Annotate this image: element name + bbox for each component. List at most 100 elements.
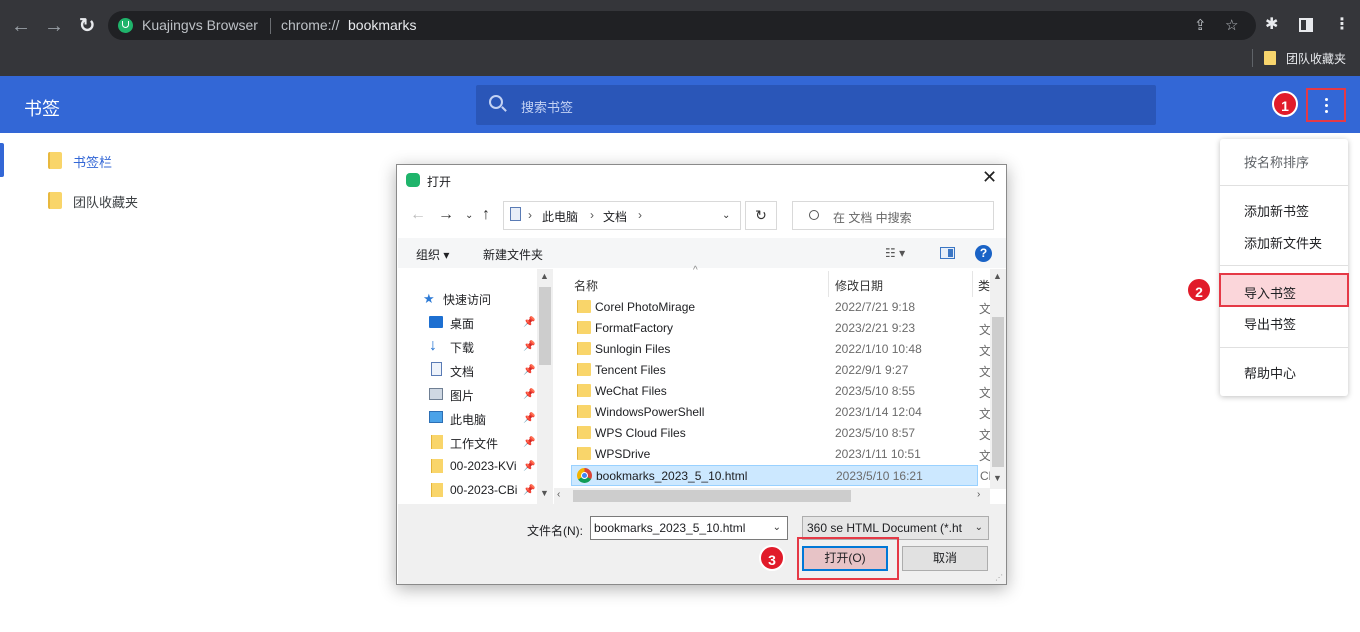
horizontal-scrollbar-thumb[interactable] bbox=[573, 490, 851, 502]
bookmark-bar-item[interactable]: 团队收藏夹 bbox=[1286, 50, 1346, 67]
tree-scrollbar-thumb[interactable] bbox=[539, 287, 551, 365]
step-badge-3: 3 bbox=[759, 545, 785, 571]
tree-item-work-files[interactable]: 工作文件 bbox=[450, 435, 498, 452]
tree-item-folder[interactable]: 00-2023-KVi bbox=[450, 459, 522, 473]
tree-item-pictures[interactable]: 图片 bbox=[450, 387, 474, 404]
filename-value: bookmarks_2023_5_10.html bbox=[594, 521, 746, 535]
column-header-name[interactable]: 名称 bbox=[574, 277, 598, 294]
file-row[interactable]: Sunlogin Files 2022/1/10 10:48 文 bbox=[571, 339, 991, 360]
cancel-button[interactable]: 取消 bbox=[902, 546, 988, 571]
column-header-type[interactable]: 类 bbox=[978, 277, 990, 294]
help-icon[interactable]: ? bbox=[975, 245, 992, 262]
divider bbox=[1220, 265, 1348, 266]
breadcrumb-item[interactable]: 文档 bbox=[603, 208, 627, 225]
folder-search-input[interactable]: 在 文档 中搜索 bbox=[792, 201, 994, 230]
menu-item-add-bookmark[interactable]: 添加新书签 bbox=[1244, 201, 1309, 220]
preview-pane-icon[interactable] bbox=[940, 247, 955, 259]
file-name: Sunlogin Files bbox=[595, 342, 671, 356]
tree-item-quick-access[interactable]: 快速访问 bbox=[443, 291, 491, 308]
organize-button[interactable]: 组织 ▾ bbox=[416, 246, 449, 263]
pin-icon: 📌 bbox=[523, 485, 536, 496]
resize-grip-icon[interactable]: ⋰ bbox=[995, 573, 1003, 582]
chevron-down-icon: ⌄ bbox=[972, 522, 983, 533]
search-placeholder: 在 文档 中搜索 bbox=[833, 211, 912, 225]
star-icon[interactable]: ☆ bbox=[1225, 16, 1238, 34]
file-date: 2023/1/14 12:04 bbox=[835, 405, 922, 419]
file-row[interactable]: WindowsPowerShell 2023/1/14 12:04 文 bbox=[571, 402, 991, 423]
file-row[interactable]: FormatFactory 2023/2/21 9:23 文 bbox=[571, 318, 991, 339]
pin-icon: 📌 bbox=[523, 461, 536, 472]
menu-item-export[interactable]: 导出书签 bbox=[1244, 314, 1296, 333]
folder-icon bbox=[577, 384, 591, 397]
menu-item-sort[interactable]: 按名称排序 bbox=[1244, 152, 1309, 171]
scroll-right-icon[interactable]: › bbox=[977, 489, 980, 500]
tree-item-desktop[interactable]: 桌面 bbox=[450, 315, 474, 332]
pictures-icon bbox=[429, 388, 443, 400]
extensions-icon[interactable]: ✱ bbox=[1265, 14, 1278, 36]
menu-item-add-folder[interactable]: 添加新文件夹 bbox=[1244, 233, 1322, 252]
tree-item-documents[interactable]: 文档 bbox=[450, 363, 474, 380]
back-icon[interactable]: ← bbox=[410, 206, 426, 224]
scroll-down-icon[interactable]: ▼ bbox=[993, 473, 1002, 483]
scroll-up-icon[interactable]: ▲ bbox=[993, 271, 1002, 281]
file-row[interactable]: Tencent Files 2022/9/1 9:27 文 bbox=[571, 360, 991, 381]
forward-icon[interactable]: → bbox=[41, 13, 67, 39]
file-row[interactable]: WeChat Files 2023/5/10 8:55 文 bbox=[571, 381, 991, 402]
file-row[interactable]: Corel PhotoMirage 2022/7/21 9:18 文 bbox=[571, 297, 991, 318]
recent-locations-icon[interactable]: ⌄ bbox=[465, 210, 473, 221]
scroll-up-icon[interactable]: ▲ bbox=[540, 271, 549, 281]
side-panel-icon[interactable] bbox=[1299, 18, 1313, 32]
site-name: Kuajingvs Browser bbox=[142, 17, 258, 33]
pin-icon: 📌 bbox=[523, 413, 536, 424]
tree-item-this-pc[interactable]: 此电脑 bbox=[450, 411, 486, 428]
share-icon[interactable]: ⇪ bbox=[1194, 16, 1207, 34]
file-row-selected[interactable]: bookmarks_2023_5_10.html 2023/5/10 16:21… bbox=[571, 465, 991, 486]
file-name: WPSDrive bbox=[595, 447, 651, 461]
more-actions-button[interactable] bbox=[1306, 88, 1346, 122]
refresh-button[interactable]: ↻ bbox=[745, 201, 777, 230]
folder-icon bbox=[577, 426, 591, 439]
column-header-date[interactable]: 修改日期 bbox=[835, 277, 883, 294]
back-icon[interactable]: ← bbox=[8, 13, 34, 39]
folder-icon bbox=[577, 447, 591, 460]
pin-icon: 📌 bbox=[523, 365, 536, 376]
more-icon[interactable]: ⋮ bbox=[1334, 14, 1350, 36]
file-row[interactable]: WPSDrive 2023/1/11 10:51 文 bbox=[571, 444, 991, 465]
scroll-down-icon[interactable]: ▼ bbox=[540, 488, 549, 498]
folder-icon bbox=[577, 405, 591, 418]
chevron-right-icon: › bbox=[528, 208, 532, 222]
chevron-down-icon[interactable]: ⌄ bbox=[722, 210, 730, 221]
tree-item-downloads[interactable]: 下载 bbox=[450, 339, 474, 356]
file-name: Corel PhotoMirage bbox=[595, 300, 696, 314]
open-button[interactable]: 打开(O) bbox=[802, 546, 888, 571]
actions-menu: 按名称排序 添加新书签 添加新文件夹 导入书签 导出书签 帮助中心 bbox=[1219, 139, 1349, 396]
page-title: 书签 bbox=[24, 99, 60, 119]
view-options-icon[interactable]: ☷ ▾ bbox=[885, 246, 905, 260]
address-bar[interactable]: Kuajingvs Browser chrome:// bookmarks ⇪ … bbox=[108, 11, 1256, 40]
chrome-icon bbox=[577, 468, 592, 483]
forward-icon[interactable]: → bbox=[438, 206, 454, 224]
chevron-right-icon: › bbox=[590, 208, 594, 222]
filename-input[interactable]: bookmarks_2023_5_10.html ⌄ bbox=[590, 516, 788, 540]
file-date: 2022/9/1 9:27 bbox=[835, 363, 909, 377]
path-bar[interactable]: › 此电脑 › 文档 › ⌄ bbox=[503, 201, 741, 230]
close-icon[interactable]: ✕ bbox=[982, 167, 997, 188]
search-input[interactable]: 搜索书签 bbox=[476, 85, 1156, 125]
sidebar-item-bookmarks-bar[interactable]: 书签栏 bbox=[0, 143, 300, 177]
sidebar-item-team-favorites[interactable]: 团队收藏夹 bbox=[0, 183, 300, 217]
menu-item-import[interactable]: 导入书签 bbox=[1219, 273, 1349, 307]
chevron-down-icon[interactable]: ⌄ bbox=[773, 522, 781, 533]
file-date: 2023/1/11 10:51 bbox=[835, 447, 921, 461]
new-folder-button[interactable]: 新建文件夹 bbox=[483, 246, 543, 263]
file-list-scrollbar-thumb[interactable] bbox=[992, 317, 1004, 467]
file-row[interactable]: WPS Cloud Files 2023/5/10 8:57 文 bbox=[571, 423, 991, 444]
menu-item-help[interactable]: 帮助中心 bbox=[1244, 363, 1296, 382]
file-name: WeChat Files bbox=[595, 384, 667, 398]
tree-item-folder[interactable]: 00-2023-CBi bbox=[450, 483, 522, 497]
folder-icon bbox=[577, 300, 591, 313]
filename-label: 文件名(N): bbox=[527, 524, 583, 538]
reload-icon[interactable]: ↻ bbox=[74, 13, 100, 39]
breadcrumb-item[interactable]: 此电脑 bbox=[542, 208, 578, 225]
scroll-left-icon[interactable]: ‹ bbox=[557, 489, 560, 500]
up-icon[interactable]: ↑ bbox=[482, 206, 490, 224]
